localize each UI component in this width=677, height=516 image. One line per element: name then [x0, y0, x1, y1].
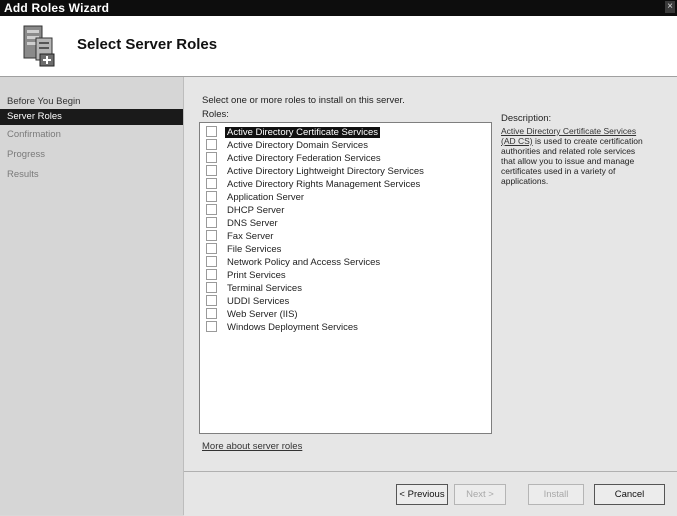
add-roles-wizard-window: Add Roles Wizard × Select Server Roles B… — [0, 0, 677, 516]
role-checkbox[interactable] — [206, 191, 217, 202]
role-item[interactable]: Active Directory Lightweight Directory S… — [206, 165, 426, 178]
roles-label: Roles: — [202, 109, 229, 120]
role-item[interactable]: Active Directory Rights Management Servi… — [206, 178, 422, 191]
wizard-steps-sidebar: Before You Begin Server Roles Confirmati… — [0, 77, 184, 515]
role-label: UDDI Services — [227, 296, 290, 308]
cancel-button[interactable]: Cancel — [594, 484, 665, 505]
role-label: Active Directory Lightweight Directory S… — [227, 166, 424, 178]
role-label: Web Server (IIS) — [227, 309, 298, 321]
role-item[interactable]: Application Server — [206, 191, 306, 204]
role-checkbox[interactable] — [206, 269, 217, 280]
server-roles-icon — [23, 25, 55, 67]
role-checkbox[interactable] — [206, 282, 217, 293]
role-checkbox[interactable] — [206, 204, 217, 215]
role-item[interactable]: Active Directory Federation Services — [206, 152, 383, 165]
role-label: DNS Server — [227, 218, 278, 230]
description-text: Active Directory Certificate Services (A… — [501, 126, 651, 186]
role-label: DHCP Server — [227, 205, 285, 217]
role-checkbox[interactable] — [206, 230, 217, 241]
page-title: Select Server Roles — [77, 36, 218, 53]
role-checkbox[interactable] — [206, 256, 217, 267]
role-checkbox[interactable] — [206, 243, 217, 254]
role-checkbox[interactable] — [206, 321, 217, 332]
role-item[interactable]: Print Services — [206, 269, 288, 282]
role-item[interactable]: Windows Deployment Services — [206, 321, 360, 334]
role-item[interactable]: Web Server (IIS) — [206, 308, 300, 321]
role-item[interactable]: DNS Server — [206, 217, 280, 230]
instruction-text: Select one or more roles to install on t… — [202, 95, 405, 106]
roles-list[interactable]: Active Directory Certificate Services Ac… — [199, 122, 492, 434]
role-label: Active Directory Federation Services — [227, 153, 381, 165]
wizard-header: Select Server Roles — [0, 16, 677, 77]
role-checkbox[interactable] — [206, 308, 217, 319]
next-button[interactable]: Next > — [454, 484, 506, 505]
sidebar-item-confirmation: Confirmation — [7, 129, 61, 140]
sidebar-item-results: Results — [7, 169, 39, 180]
previous-button[interactable]: < Previous — [396, 484, 448, 505]
role-label: Network Policy and Access Services — [227, 257, 381, 269]
role-label: Active Directory Domain Services — [227, 140, 368, 152]
sidebar-item-before-you-begin[interactable]: Before You Begin — [0, 94, 183, 110]
role-item[interactable]: Network Policy and Access Services — [206, 256, 382, 269]
role-checkbox[interactable] — [206, 139, 217, 150]
role-item[interactable]: DHCP Server — [206, 204, 286, 217]
more-about-server-roles-link[interactable]: More about server roles — [202, 441, 302, 452]
role-checkbox[interactable] — [206, 178, 217, 189]
role-label: Terminal Services — [227, 283, 302, 295]
role-checkbox[interactable] — [206, 152, 217, 163]
role-label: File Services — [227, 244, 282, 256]
sidebar-item-server-roles[interactable]: Server Roles — [0, 109, 183, 125]
main-content: Select one or more roles to install on t… — [184, 77, 677, 471]
role-label: Fax Server — [227, 231, 274, 243]
role-label: Windows Deployment Services — [227, 322, 358, 334]
wizard-footer: < Previous Next > Install Cancel — [184, 471, 677, 516]
role-label: Active Directory Rights Management Servi… — [227, 179, 421, 191]
role-item[interactable]: UDDI Services — [206, 295, 291, 308]
role-label: Print Services — [227, 270, 286, 282]
role-label: Active Directory Certificate Services — [225, 127, 380, 139]
close-icon[interactable]: × — [665, 1, 675, 13]
role-checkbox[interactable] — [206, 126, 217, 137]
role-checkbox[interactable] — [206, 217, 217, 228]
sidebar-item-progress: Progress — [7, 149, 46, 160]
role-item[interactable]: Active Directory Domain Services — [206, 139, 370, 152]
role-item[interactable]: Active Directory Certificate Services — [206, 126, 380, 139]
role-checkbox[interactable] — [206, 165, 217, 176]
role-item[interactable]: Terminal Services — [206, 282, 304, 295]
role-item[interactable]: Fax Server — [206, 230, 275, 243]
install-button[interactable]: Install — [528, 484, 584, 505]
description-label: Description: — [501, 113, 552, 124]
window-title: Add Roles Wizard — [4, 1, 110, 15]
role-label: Application Server — [227, 192, 305, 204]
title-bar: Add Roles Wizard × — [0, 0, 677, 16]
role-checkbox[interactable] — [206, 295, 217, 306]
role-item[interactable]: File Services — [206, 243, 283, 256]
